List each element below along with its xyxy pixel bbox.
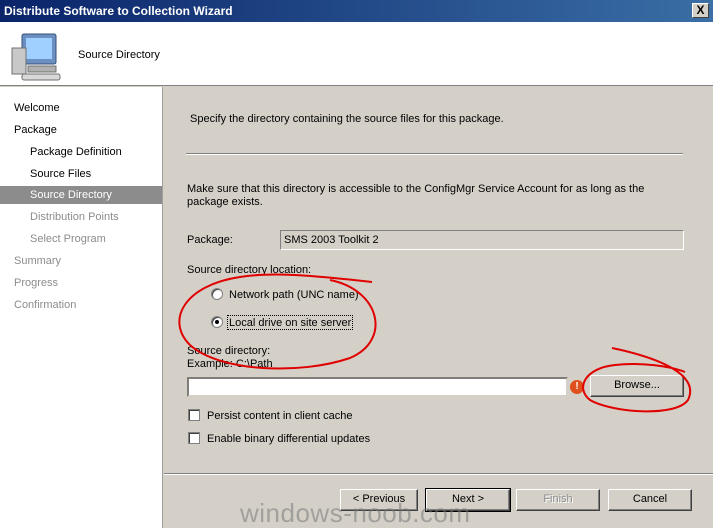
sidebar-item-select-program: Select Program	[30, 233, 106, 245]
sidebar-item-package-definition: Package Definition	[30, 146, 122, 158]
package-field: SMS 2003 Toolkit 2	[280, 230, 684, 250]
location-label: Source directory location:	[187, 264, 312, 276]
sidebar-item-distribution-points: Distribution Points	[30, 211, 119, 223]
window-title: Distribute Software to Collection Wizard	[4, 4, 233, 18]
close-button[interactable]: X	[692, 3, 709, 18]
radio-selected-dot	[215, 320, 219, 324]
sidebar-item-package: Package	[14, 124, 57, 136]
browse-button[interactable]: Browse...	[590, 375, 684, 397]
package-label: Package:	[187, 234, 233, 246]
sidebar-item-welcome: Welcome	[14, 102, 60, 114]
sidebar-item-source-directory: Source Directory	[0, 186, 162, 204]
binary-diff-label[interactable]: Enable binary differential updates	[207, 433, 370, 445]
wizard-header: Source Directory	[0, 22, 713, 86]
persist-content-checkbox[interactable]	[188, 409, 200, 421]
local-drive-radio[interactable]	[211, 316, 223, 328]
persist-content-label[interactable]: Persist content in client cache	[207, 410, 353, 422]
note-text: Make sure that this directory is accessi…	[187, 183, 645, 208]
binary-diff-checkbox[interactable]	[188, 432, 200, 444]
wizard-content: Specify the directory containing the sou…	[164, 87, 713, 528]
network-path-label[interactable]: Network path (UNC name)	[229, 289, 359, 301]
finish-button[interactable]: Finish	[516, 489, 600, 511]
local-drive-label[interactable]: Local drive on site server	[229, 317, 351, 329]
watermark: windows-noob.com	[240, 498, 471, 528]
wizard-steps-sidebar: Welcome Package Package Definition Sourc…	[0, 87, 163, 528]
source-directory-input[interactable]	[187, 377, 568, 397]
sidebar-item-confirmation: Confirmation	[14, 299, 77, 311]
intro-text: Specify the directory containing the sou…	[190, 113, 504, 125]
error-icon: !	[570, 380, 584, 394]
example-text: Example: C:\Path	[187, 358, 273, 370]
sidebar-item-source-files: Source Files	[30, 168, 92, 180]
network-path-radio[interactable]	[211, 288, 223, 300]
title-bar: Distribute Software to Collection Wizard…	[0, 0, 713, 22]
sidebar-item-progress: Progress	[14, 277, 59, 289]
separator	[186, 153, 683, 155]
cancel-button[interactable]: Cancel	[608, 489, 692, 511]
sidebar-item-summary: Summary	[14, 255, 62, 267]
footer-separator	[164, 473, 713, 475]
page-title: Source Directory	[78, 49, 160, 61]
computer-icon	[11, 33, 61, 81]
source-directory-label: Source directory:	[187, 345, 271, 357]
